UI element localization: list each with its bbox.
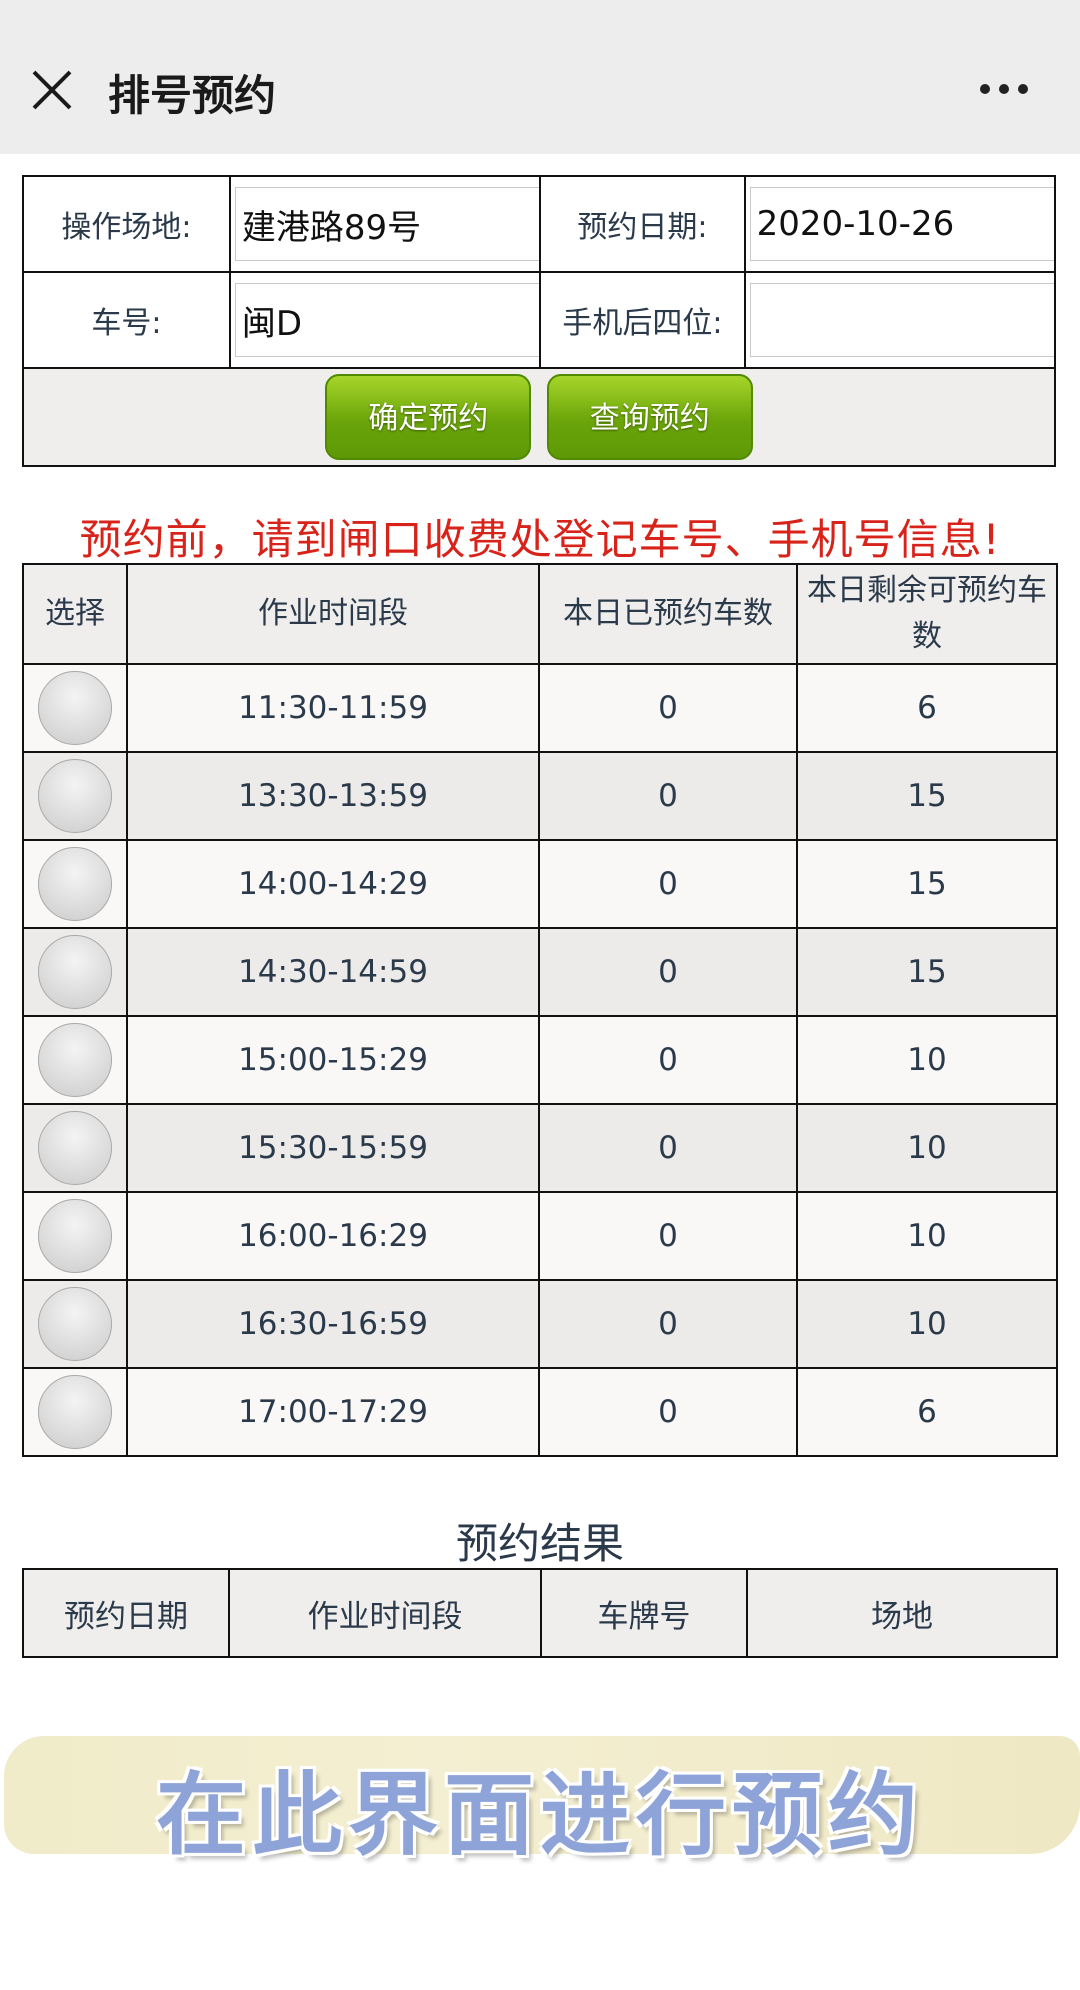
slot-remaining: 15	[796, 927, 1058, 1017]
slot-booked: 0	[538, 1103, 798, 1193]
banner-text: 在此界面进行预约	[156, 1763, 924, 1868]
table-row: 16:00-16:29 0 10	[22, 1191, 1058, 1281]
reservation-form: 操作场地: 建港路89号 预约日期: 2020-10-26 车号: 闽D 手机后…	[22, 175, 1057, 467]
slot-booked: 0	[538, 1015, 798, 1105]
header-booked: 本日已预约车数	[538, 563, 798, 665]
header-select: 选择	[22, 563, 128, 665]
slot-remaining: 15	[796, 839, 1058, 929]
result-header-date: 预约日期	[22, 1568, 230, 1658]
slot-time: 15:30-15:59	[126, 1103, 540, 1193]
slot-radio[interactable]	[38, 1199, 112, 1273]
slot-time: 14:00-14:29	[126, 839, 540, 929]
result-table: 预约日期 作业时间段 车牌号 场地	[22, 1568, 1058, 1658]
slot-radio[interactable]	[38, 1111, 112, 1185]
slot-booked: 0	[538, 1279, 798, 1369]
plate-field[interactable]: 闽D	[234, 283, 540, 357]
slot-booked: 0	[538, 663, 798, 753]
slot-time: 14:30-14:59	[126, 927, 540, 1017]
slot-time: 11:30-11:59	[126, 663, 540, 753]
slot-radio[interactable]	[38, 1287, 112, 1361]
date-label: 预约日期:	[539, 175, 746, 273]
notice-text: 预约前，请到闸口收费处登记车号、手机号信息!	[79, 515, 1001, 564]
site-field[interactable]: 建港路89号	[234, 187, 540, 261]
slot-radio[interactable]	[38, 1023, 112, 1097]
slot-time: 16:00-16:29	[126, 1191, 540, 1281]
slot-remaining: 6	[796, 1367, 1058, 1457]
slot-radio[interactable]	[38, 935, 112, 1009]
slot-remaining: 10	[796, 1279, 1058, 1369]
confirm-reservation-button[interactable]: 确定预约	[325, 374, 532, 460]
table-row: 15:30-15:59 0 10	[22, 1103, 1058, 1193]
result-header-site: 场地	[746, 1568, 1058, 1658]
slot-booked: 0	[538, 927, 798, 1017]
table-row: 16:30-16:59 0 10	[22, 1279, 1058, 1369]
table-row: 13:30-13:59 0 15	[22, 751, 1058, 841]
table-row: 15:00-15:29 0 10	[22, 1015, 1058, 1105]
site-label: 操作场地:	[22, 175, 231, 273]
slot-booked: 0	[538, 839, 798, 929]
top-bar: 排号预约	[0, 0, 1080, 154]
slot-radio[interactable]	[38, 1375, 112, 1449]
slot-time: 17:00-17:29	[126, 1367, 540, 1457]
slot-time: 13:30-13:59	[126, 751, 540, 841]
more-icon[interactable]	[980, 84, 1028, 94]
header-remaining: 本日剩余可预约车数	[796, 563, 1058, 665]
instruction-banner: 在此界面进行预约	[0, 1720, 1080, 1868]
slot-remaining: 6	[796, 663, 1058, 753]
result-header-plate: 车牌号	[540, 1568, 748, 1658]
slot-time: 15:00-15:29	[126, 1015, 540, 1105]
slot-time: 16:30-16:59	[126, 1279, 540, 1369]
slot-radio[interactable]	[38, 847, 112, 921]
table-row: 11:30-11:59 0 6	[22, 663, 1058, 753]
table-row: 17:00-17:29 0 6	[22, 1367, 1058, 1457]
slot-booked: 0	[538, 751, 798, 841]
header-time: 作业时间段	[126, 563, 540, 665]
query-reservation-button[interactable]: 查询预约	[546, 374, 753, 460]
slot-radio[interactable]	[38, 671, 112, 745]
table-row: 14:30-14:59 0 15	[22, 927, 1058, 1017]
result-title: 预约结果	[455, 1519, 624, 1568]
close-icon[interactable]	[30, 68, 74, 112]
slot-remaining: 10	[796, 1015, 1058, 1105]
slot-remaining: 10	[796, 1103, 1058, 1193]
slot-remaining: 15	[796, 751, 1058, 841]
phone-field[interactable]	[749, 283, 1054, 357]
date-field[interactable]: 2020-10-26	[749, 187, 1054, 261]
plate-label: 车号:	[22, 271, 231, 369]
result-header-time: 作业时间段	[228, 1568, 542, 1658]
slot-booked: 0	[538, 1191, 798, 1281]
table-row: 14:00-14:29 0 15	[22, 839, 1058, 929]
slot-booked: 0	[538, 1367, 798, 1457]
slot-remaining: 10	[796, 1191, 1058, 1281]
page-title: 排号预约	[108, 71, 277, 120]
phone-label: 手机后四位:	[539, 271, 746, 369]
time-slot-table: 选择 作业时间段 本日已预约车数 本日剩余可预约车数 11:30-11:59 0 6…	[22, 563, 1058, 1457]
slot-radio[interactable]	[38, 759, 112, 833]
